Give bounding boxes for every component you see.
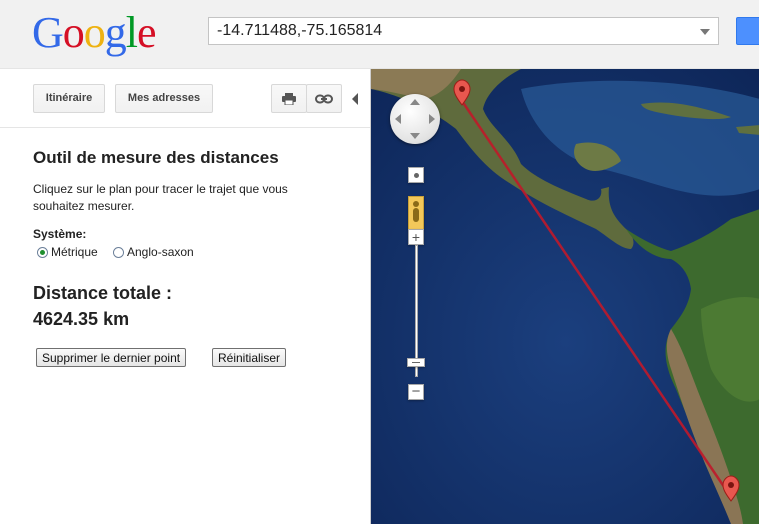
my-places-button[interactable]: Mes adresses — [115, 84, 213, 113]
logo-letter: o — [62, 8, 85, 57]
zoom-out-button[interactable]: − — [408, 384, 424, 400]
metric-radio[interactable] — [37, 246, 48, 258]
logo-letter: G — [32, 8, 64, 57]
reset-view-button[interactable] — [408, 167, 424, 183]
side-panel: Itinéraire Mes adresses Outil de mesure … — [0, 69, 370, 524]
delete-last-point-button[interactable]: Supprimer le dernier point — [36, 348, 187, 367]
pan-right-icon[interactable] — [429, 114, 435, 124]
imperial-radio[interactable] — [113, 246, 124, 258]
reset-button[interactable]: Réinitialiser — [212, 348, 287, 367]
zoom-in-button[interactable]: + — [408, 229, 424, 245]
print-icon — [282, 93, 296, 106]
dropdown-arrow-icon[interactable] — [700, 29, 710, 35]
logo-letter: o — [83, 8, 106, 57]
metric-option[interactable]: Métrique — [37, 245, 98, 259]
system-label: Système: — [33, 227, 87, 241]
pan-up-icon[interactable] — [410, 99, 420, 105]
zoom-slider-thumb[interactable] — [407, 358, 425, 367]
pan-down-icon[interactable] — [410, 133, 420, 139]
imperial-option[interactable]: Anglo-saxon — [113, 245, 194, 259]
itinerary-button[interactable]: Itinéraire — [33, 84, 105, 113]
print-button[interactable] — [271, 84, 307, 113]
pegman-icon[interactable] — [408, 196, 424, 230]
logo-letter: l — [125, 8, 138, 57]
search-input[interactable] — [217, 21, 687, 41]
logo-letter: e — [137, 8, 157, 57]
logo-letter: g — [104, 8, 127, 57]
map-view[interactable]: + − — [370, 69, 759, 524]
total-distance-label: Distance totale : — [33, 283, 173, 303]
link-button[interactable] — [306, 84, 342, 113]
header: Google — [0, 0, 759, 69]
link-icon — [315, 94, 333, 104]
collapse-left-icon[interactable] — [352, 93, 358, 105]
tool-title: Outil de mesure des distances — [33, 148, 279, 167]
total-distance-value: 4624.35 km — [33, 309, 130, 329]
metric-label: Métrique — [51, 245, 98, 259]
panel-toolbar: Itinéraire Mes adresses — [0, 69, 370, 128]
pan-left-icon[interactable] — [395, 114, 401, 124]
imperial-label: Anglo-saxon — [127, 245, 194, 259]
search-button[interactable] — [736, 17, 759, 45]
search-box[interactable] — [208, 17, 719, 45]
tool-description: Cliquez sur le plan pour tracer le traje… — [33, 182, 288, 213]
google-logo[interactable]: Google — [32, 8, 157, 58]
pan-control[interactable] — [390, 94, 440, 144]
